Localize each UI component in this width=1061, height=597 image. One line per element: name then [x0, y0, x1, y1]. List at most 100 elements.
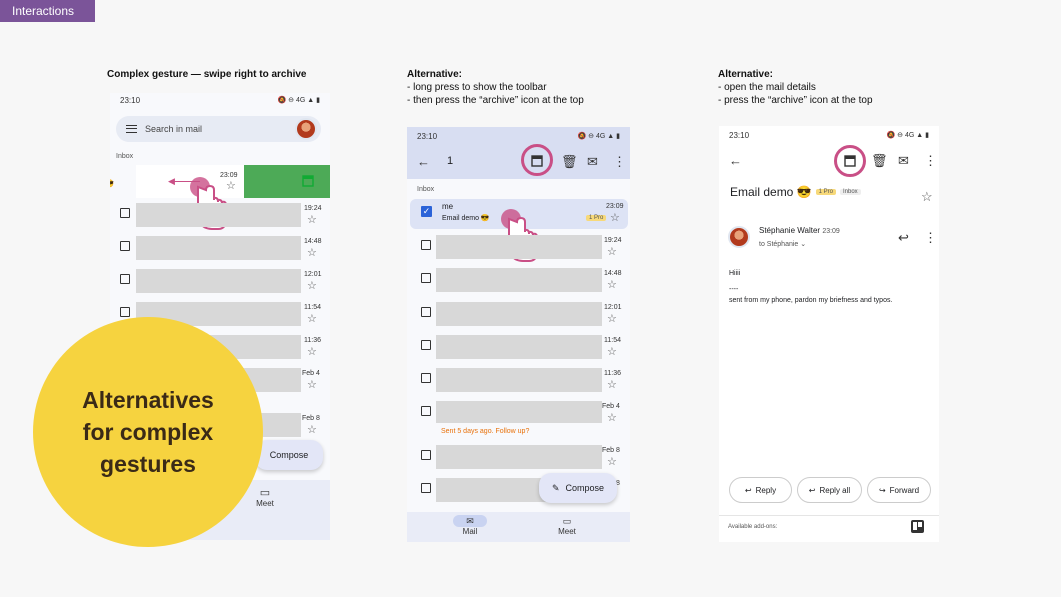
nav-meet[interactable]: ▭ Meet [550, 515, 584, 536]
menu-icon[interactable] [126, 125, 137, 133]
pencil-icon: ✎ [551, 482, 560, 493]
star-icon[interactable]: ☆ [607, 314, 617, 325]
clock: 23:10 [729, 130, 750, 140]
recipient[interactable]: to Stéphanie ⌄ [759, 240, 806, 248]
mail-placeholder [436, 445, 602, 469]
mail-row[interactable]: 19:24 ☆ [110, 203, 330, 229]
mail-time: 11:54 [604, 337, 621, 344]
mail-subject: Email demo 😎 [730, 185, 812, 199]
follow-up-nudge[interactable]: Sent 5 days ago. Follow up? [441, 428, 529, 435]
back-icon[interactable]: ← [417, 155, 430, 168]
star-icon[interactable]: ☆ [307, 248, 317, 259]
checkbox[interactable] [120, 241, 130, 251]
clock: 23:10 [417, 131, 438, 141]
addons-label: Available add-ons: [728, 524, 778, 530]
archive-icon[interactable] [531, 155, 543, 167]
checkbox[interactable] [421, 273, 431, 283]
checkbox[interactable] [421, 240, 431, 250]
star-icon[interactable]: ☆ [921, 190, 933, 203]
mail-time: 23:09 [606, 203, 624, 210]
mail-row[interactable]: 19:24 ☆ [407, 235, 630, 261]
star-icon[interactable]: ☆ [610, 213, 620, 224]
mail-icon[interactable]: ✉ [587, 155, 598, 168]
archive-icon[interactable] [844, 155, 856, 167]
mail-time: 14:48 [304, 238, 322, 245]
more-icon[interactable]: ⋮ [924, 154, 937, 167]
reply-all-button[interactable]: ↩ Reply all [797, 477, 862, 503]
more-icon[interactable]: ⋮ [924, 231, 937, 244]
mail-row[interactable]: 11:54 ☆ [407, 335, 630, 361]
checkbox[interactable] [421, 307, 431, 317]
back-icon[interactable]: ← [729, 154, 742, 167]
mail-placeholder [436, 268, 602, 292]
nav-meet[interactable]: ▭ Meet [250, 486, 280, 508]
sender-avatar[interactable] [728, 226, 750, 248]
mail-icon[interactable]: ✉ [898, 154, 909, 167]
star-icon[interactable]: ☆ [607, 380, 617, 391]
archive-swipe-area [244, 165, 330, 198]
more-icon[interactable]: ⋮ [613, 155, 626, 168]
search-bar[interactable]: Search in mail [116, 116, 321, 142]
checkbox[interactable] [421, 340, 431, 350]
reply-button[interactable]: ↩ Reply [729, 477, 792, 503]
phone-longpress: 23:10 🔕 ⊖ 4G ▲ ▮ ← 1 🗑 ✉ ⋮ Inbox ✓ me Ema… [407, 127, 630, 542]
reply-icon[interactable]: ↩ [898, 231, 909, 244]
caption-2: Alternative: - long press to show the too… [407, 69, 584, 106]
star-icon[interactable]: ☆ [307, 215, 317, 226]
star-icon[interactable]: ☆ [607, 413, 617, 424]
star-icon[interactable]: ☆ [607, 347, 617, 358]
mail-time: 11:54 [304, 304, 321, 311]
star-icon[interactable]: ☆ [307, 347, 317, 358]
star-icon[interactable]: ☆ [307, 425, 317, 436]
compose-button[interactable]: ✎ Compose [539, 473, 617, 503]
mail-time: Feb 8 [302, 415, 320, 422]
mail-placeholder [436, 368, 602, 392]
checkbox[interactable] [120, 274, 130, 284]
checkbox[interactable] [421, 373, 431, 383]
mail-placeholder [136, 269, 301, 293]
checkbox[interactable] [120, 307, 130, 317]
mail-row[interactable]: Feb 8 ☆ [407, 445, 630, 471]
mail-placeholder [136, 203, 301, 227]
mail-time: 19:24 [304, 205, 322, 212]
nav-meet-label: Meet [558, 527, 576, 536]
status-bar: 23:10 🔕 ⊖ 4G ▲ ▮ [110, 93, 330, 107]
forward-button[interactable]: ↪ Forward [867, 477, 931, 503]
mail-placeholder [436, 235, 602, 259]
compose-button[interactable]: Compose [255, 440, 323, 470]
status-icons: 🔕 ⊖ 4G ▲ ▮ [277, 97, 321, 104]
checkbox[interactable] [421, 483, 431, 493]
checkbox[interactable] [421, 406, 431, 416]
mail-placeholder [436, 335, 602, 359]
video-icon: ▭ [259, 487, 271, 499]
star-icon[interactable]: ☆ [307, 281, 317, 292]
star-icon[interactable]: ☆ [307, 314, 317, 325]
sender-name: Stéphanie Walter [759, 226, 821, 235]
mail-row[interactable]: 12:01 ☆ [110, 269, 330, 295]
mail-row[interactable]: 14:48 ☆ [110, 236, 330, 262]
star-icon[interactable]: ☆ [607, 457, 617, 468]
star-icon[interactable]: ☆ [607, 280, 617, 291]
mail-placeholder [136, 236, 301, 260]
mail-time: 11:36 [304, 337, 321, 344]
checkbox[interactable] [120, 208, 130, 218]
mail-row[interactable]: 12:01 ☆ [407, 302, 630, 328]
trash-icon[interactable]: 🗑 [871, 154, 888, 167]
star-icon[interactable]: ☆ [607, 247, 617, 258]
search-input[interactable]: Search in mail [145, 124, 202, 134]
checkbox[interactable] [421, 450, 431, 460]
status-icons: 🔕 ⊖ 4G ▲ ▮ [886, 132, 930, 139]
inbox-badge: Inbox [839, 189, 861, 195]
mail-row[interactable]: 14:48 ☆ [407, 268, 630, 294]
trash-icon[interactable]: 🗑 [561, 155, 578, 168]
star-icon[interactable]: ☆ [307, 380, 317, 391]
checked-checkbox[interactable]: ✓ [421, 206, 432, 217]
mail-row[interactable]: 11:36 ☆ [407, 368, 630, 394]
mail-row[interactable]: Feb 4 ☆ Sent 5 days ago. Follow up? [407, 401, 630, 441]
avatar[interactable] [295, 118, 317, 140]
nav-mail[interactable]: ✉ Mail [453, 515, 487, 536]
trello-addon-icon[interactable] [911, 520, 924, 533]
reply-label: Reply [755, 485, 777, 495]
inbox-label: Inbox [116, 153, 134, 160]
mail-time: 12:01 [604, 304, 622, 311]
